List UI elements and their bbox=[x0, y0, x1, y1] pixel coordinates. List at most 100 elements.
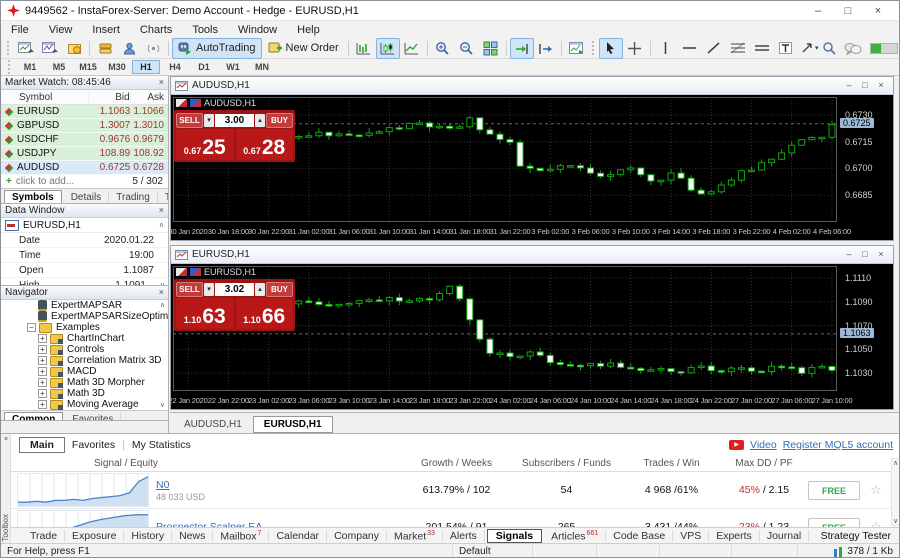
sell-button[interactable]: SELL bbox=[176, 113, 203, 128]
new-chart-button[interactable] bbox=[14, 38, 38, 59]
expand-icon[interactable]: + bbox=[38, 389, 47, 398]
price-axis[interactable]: 1.11101.10901.10701.10501.10301.1063 bbox=[837, 264, 893, 395]
scroll-up-icon[interactable]: ∧ bbox=[892, 459, 899, 467]
timeframe-button-h4[interactable]: H4 bbox=[161, 60, 189, 74]
toolbox-tab-articles[interactable]: Articles661 bbox=[544, 530, 606, 543]
menu-item-charts[interactable]: Charts bbox=[130, 24, 182, 36]
cursor-button[interactable] bbox=[599, 38, 623, 59]
signals-tab-main[interactable]: Main bbox=[19, 437, 65, 453]
expand-icon[interactable]: + bbox=[38, 356, 47, 365]
crosshair-button[interactable] bbox=[623, 38, 647, 59]
maximize-button[interactable]: □ bbox=[857, 247, 873, 262]
toolbox-tab-experts[interactable]: Experts bbox=[709, 530, 760, 542]
volume-value[interactable]: 3.00 bbox=[215, 114, 254, 127]
zoom-out-button[interactable] bbox=[455, 38, 479, 59]
fibonacci-button[interactable] bbox=[726, 38, 750, 59]
market-watch-tab-details[interactable]: Details bbox=[64, 191, 110, 204]
signal-row[interactable]: N048 033 USD613.79% / 102544 968 /61%45%… bbox=[11, 472, 900, 509]
navigator-tab-favorites[interactable]: Favorites bbox=[65, 413, 121, 421]
menu-item-help[interactable]: Help bbox=[287, 24, 330, 36]
scroll-down-icon[interactable]: ∨ bbox=[160, 401, 165, 409]
signals-column-header-1[interactable]: Signal / Equity bbox=[11, 458, 399, 469]
signals-scrollbar[interactable]: ∧ ∨ bbox=[891, 458, 900, 526]
status-profile[interactable]: Default bbox=[453, 544, 533, 558]
broadcast-button[interactable] bbox=[141, 38, 165, 59]
favorite-star-icon[interactable]: ☆ bbox=[864, 482, 888, 498]
market-watch-row-usdjpy[interactable]: USDJPY108.89108.92 bbox=[1, 147, 168, 161]
autotrading-button[interactable]: AutoTrading bbox=[172, 38, 262, 59]
toolbar-handle[interactable] bbox=[8, 60, 12, 74]
minimize-button[interactable]: – bbox=[841, 78, 857, 93]
toolbox-tab-news[interactable]: News bbox=[172, 530, 213, 542]
navigator-item-math-3d-morpher[interactable]: +Math 3D Morpher bbox=[1, 377, 168, 388]
market-watch-row-usdchf[interactable]: USDCHF0.96760.9679 bbox=[1, 133, 168, 147]
favorite-star-icon[interactable]: ☆ bbox=[864, 519, 888, 527]
trendline-button[interactable] bbox=[702, 38, 726, 59]
close-icon[interactable]: × bbox=[159, 206, 164, 215]
sell-button[interactable]: SELL bbox=[176, 282, 203, 297]
timeframe-button-m5[interactable]: M5 bbox=[45, 60, 73, 74]
register-mql5-link[interactable]: Register MQL5 account bbox=[783, 439, 893, 451]
market-watch-button[interactable] bbox=[93, 38, 117, 59]
signals-column-header-2[interactable]: Growth / Weeks bbox=[399, 458, 514, 469]
timeframe-button-m1[interactable]: M1 bbox=[16, 60, 44, 74]
timeframe-button-w1[interactable]: W1 bbox=[219, 60, 247, 74]
indicators-button[interactable] bbox=[565, 38, 589, 59]
volume-up-button[interactable]: ▴ bbox=[255, 283, 265, 296]
time-axis[interactable]: 30 Jan 202030 Jan 18:0030 Jan 22:0031 Ja… bbox=[171, 226, 893, 238]
menu-item-window[interactable]: Window bbox=[228, 24, 287, 36]
time-axis[interactable]: 22 Jan 202022 Jan 22:0023 Jan 02:0023 Ja… bbox=[171, 395, 893, 407]
toolbar-handle[interactable] bbox=[7, 41, 11, 55]
video-link[interactable]: Video bbox=[750, 439, 777, 451]
market-watch-row-gbpusd[interactable]: GBPUSD1.30071.3010 bbox=[1, 119, 168, 133]
free-button[interactable]: FREE bbox=[808, 518, 860, 528]
market-watch-row-eurusd[interactable]: EURUSD1.10631.1066 bbox=[1, 105, 168, 119]
buy-button[interactable]: BUY bbox=[266, 282, 293, 297]
menu-item-tools[interactable]: Tools bbox=[182, 24, 228, 36]
zoom-in-button[interactable] bbox=[431, 38, 455, 59]
market-watch-tab-symbols[interactable]: Symbols bbox=[4, 190, 62, 204]
expand-icon[interactable]: + bbox=[38, 378, 47, 387]
timeframe-button-h1[interactable]: H1 bbox=[132, 60, 160, 74]
toolbox-tab-mailbox[interactable]: Mailbox7 bbox=[213, 530, 269, 543]
expand-icon[interactable]: + bbox=[38, 367, 47, 376]
navigator-item-correlation-matrix-3d[interactable]: +Correlation Matrix 3D bbox=[1, 355, 168, 366]
volume-up-button[interactable]: ▴ bbox=[255, 114, 265, 127]
navigator-item-controls[interactable]: +Controls bbox=[1, 344, 168, 355]
market-watch-tab-trading[interactable]: Trading bbox=[109, 191, 158, 204]
vertical-line-button[interactable] bbox=[654, 38, 678, 59]
scroll-down-icon[interactable]: ∨ bbox=[892, 517, 899, 525]
close-button[interactable]: × bbox=[863, 2, 893, 20]
signals-column-header-5[interactable]: Max DD / PF bbox=[724, 458, 804, 469]
chart-window-title-bar[interactable]: EURUSD,H1–□× bbox=[171, 246, 893, 264]
navigator-item-expertmapsar[interactable]: ExpertMAPSAR bbox=[1, 300, 168, 311]
auto-scroll-button[interactable] bbox=[510, 38, 534, 59]
toolbox-tab-exposure[interactable]: Exposure bbox=[65, 530, 124, 542]
volume-value[interactable]: 3.02 bbox=[215, 283, 254, 296]
signal-name-link[interactable]: N0 bbox=[156, 479, 399, 491]
data-window-symbol-row[interactable]: EURUSD,H1 ∧ bbox=[1, 218, 168, 233]
profiles-button[interactable] bbox=[38, 38, 62, 59]
minimize-button[interactable]: – bbox=[841, 247, 857, 262]
navigator-item-chartinchart[interactable]: +ChartInChart bbox=[1, 333, 168, 344]
signal-row[interactable]: Prospector Scalper EA201.54% / 912653 43… bbox=[11, 509, 900, 527]
toolbox-tab-calendar[interactable]: Calendar bbox=[269, 530, 327, 542]
toolbox-tab-signals[interactable]: Signals bbox=[487, 529, 542, 543]
close-button[interactable]: × bbox=[873, 78, 889, 93]
arrows-objects-button[interactable]: ▾ bbox=[798, 38, 822, 59]
navigator-item-expertmapsarsizeoptim[interactable]: ExpertMAPSARSizeOptim bbox=[1, 311, 168, 322]
toolbar-handle[interactable] bbox=[592, 41, 596, 55]
new-order-button[interactable]: New Order bbox=[262, 38, 345, 59]
close-button[interactable]: × bbox=[873, 247, 889, 262]
maximize-button[interactable]: □ bbox=[857, 78, 873, 93]
toolbox-tab-journal[interactable]: Journal bbox=[760, 530, 809, 542]
volume-down-button[interactable]: ▾ bbox=[204, 283, 214, 296]
navigator-item-examples[interactable]: −Examples bbox=[1, 322, 168, 333]
text-label-button[interactable] bbox=[774, 38, 798, 59]
equidistant-channel-button[interactable] bbox=[750, 38, 774, 59]
line-chart-button[interactable] bbox=[400, 38, 424, 59]
toolbox-tab-company[interactable]: Company bbox=[327, 530, 387, 542]
toolbox-tab-trade[interactable]: Trade bbox=[23, 530, 65, 542]
menu-item-insert[interactable]: Insert bbox=[82, 24, 130, 36]
market-watch-column-header[interactable]: SymbolBidAsk bbox=[1, 90, 168, 105]
